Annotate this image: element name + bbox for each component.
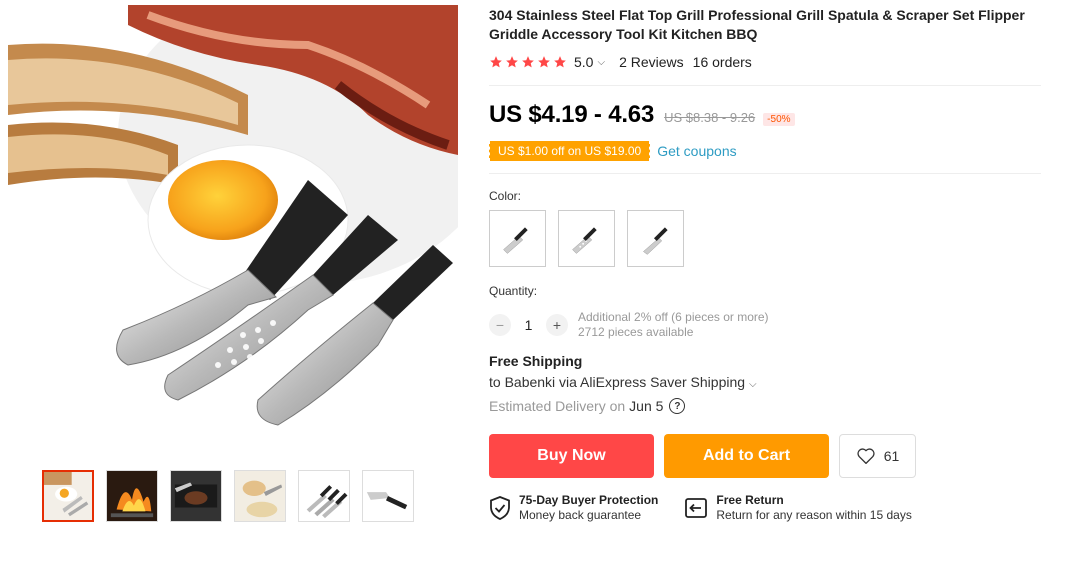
orders-count: 16 orders [692,54,752,70]
delivery-label: Estimated Delivery on [489,398,626,414]
color-swatch-1[interactable] [489,210,546,267]
product-gallery [8,5,458,455]
chevron-down-icon[interactable]: ⌵ [749,379,757,390]
guarantee-title: Free Return [716,493,784,507]
wishlist-count: 61 [883,448,900,464]
price-row: US $4.19 - 4.63 US $8.38 - 9.26 -50% [489,101,1049,129]
reviews-link[interactable]: 2 Reviews [619,54,684,70]
guarantee-title: 75-Day Buyer Protection [519,493,659,507]
quantity-input[interactable]: 1 [511,317,546,333]
color-swatch-3[interactable] [627,210,684,267]
quantity-increase-button[interactable]: + [546,314,568,336]
original-price: US $8.38 - 9.26 [664,110,756,125]
delivery-date: Jun 5 [629,398,664,414]
current-price: US $4.19 - 4.63 [489,101,655,128]
thumbnail-2[interactable] [106,470,158,522]
wishlist-button[interactable]: 61 [839,434,916,478]
thumbnail-6[interactable] [362,470,414,522]
return-icon [685,498,708,518]
color-swatches [489,210,1049,267]
quantity-info: Additional 2% off (6 pieces or more) 271… [578,310,769,340]
guarantees: 75-Day Buyer Protection Money back guara… [489,493,1049,523]
coupon-badge[interactable]: US $1.00 off on US $19.00 [489,141,651,161]
buy-now-button[interactable]: Buy Now [489,434,654,478]
divider [489,173,1041,174]
help-icon[interactable]: ? [669,398,686,414]
divider [489,85,1041,86]
star-icon [506,56,518,68]
product-info: 304 Stainless Steel Flat Top Grill Profe… [489,6,1049,523]
quantity-label: Quantity: [489,284,538,298]
action-buttons: Buy Now Add to Cart 61 [489,434,1049,478]
guarantee-subtitle: Money back guarantee [519,508,642,522]
star-rating [489,55,567,69]
bulk-discount-note: Additional 2% off (6 pieces or more) [578,310,769,324]
buyer-protection: 75-Day Buyer Protection Money back guara… [489,493,658,523]
free-return: Free Return Return for any reason within… [684,493,912,523]
shield-check-icon [490,496,510,520]
thumbnail-5[interactable] [298,470,350,522]
rating-row: 5.0 ⌵ 2 Reviews 16 orders [489,54,1049,70]
thumbnail-strip [42,470,414,522]
get-coupons-link[interactable]: Get coupons [657,143,736,159]
thumbnail-4[interactable] [234,470,286,522]
shipping-title: Free Shipping [489,353,583,369]
color-swatch-2[interactable] [558,210,615,267]
shipping-method[interactable]: to Babenki via AliExpress Saver Shipping… [489,374,1049,390]
product-title: 304 Stainless Steel Flat Top Grill Profe… [489,7,1025,42]
estimated-delivery: Estimated Delivery on Jun 5 ? [489,398,1049,414]
thumbnail-3[interactable] [170,470,222,522]
star-icon [522,56,534,68]
heart-icon [857,448,875,465]
guarantee-subtitle: Return for any reason within 15 days [716,508,912,522]
product-main-image[interactable] [8,5,458,455]
quantity-stepper: − 1 + Additional 2% off (6 pieces or mor… [489,310,1049,340]
discount-badge: -50% [763,113,795,126]
star-icon [490,56,502,68]
rating-value: 5.0 [574,54,594,70]
color-label: Color: [489,189,522,203]
star-icon [538,56,550,68]
thumbnail-1[interactable] [42,470,94,522]
stock-available: 2712 pieces available [578,325,694,339]
coupon-row: US $1.00 off on US $19.00 Get coupons [489,141,1049,161]
star-icon [554,56,566,68]
add-to-cart-button[interactable]: Add to Cart [664,434,829,478]
quantity-decrease-button[interactable]: − [489,314,511,336]
shipping-method-label: to Babenki via AliExpress Saver Shipping [489,374,746,390]
chevron-down-icon[interactable]: ⌵ [597,57,605,68]
